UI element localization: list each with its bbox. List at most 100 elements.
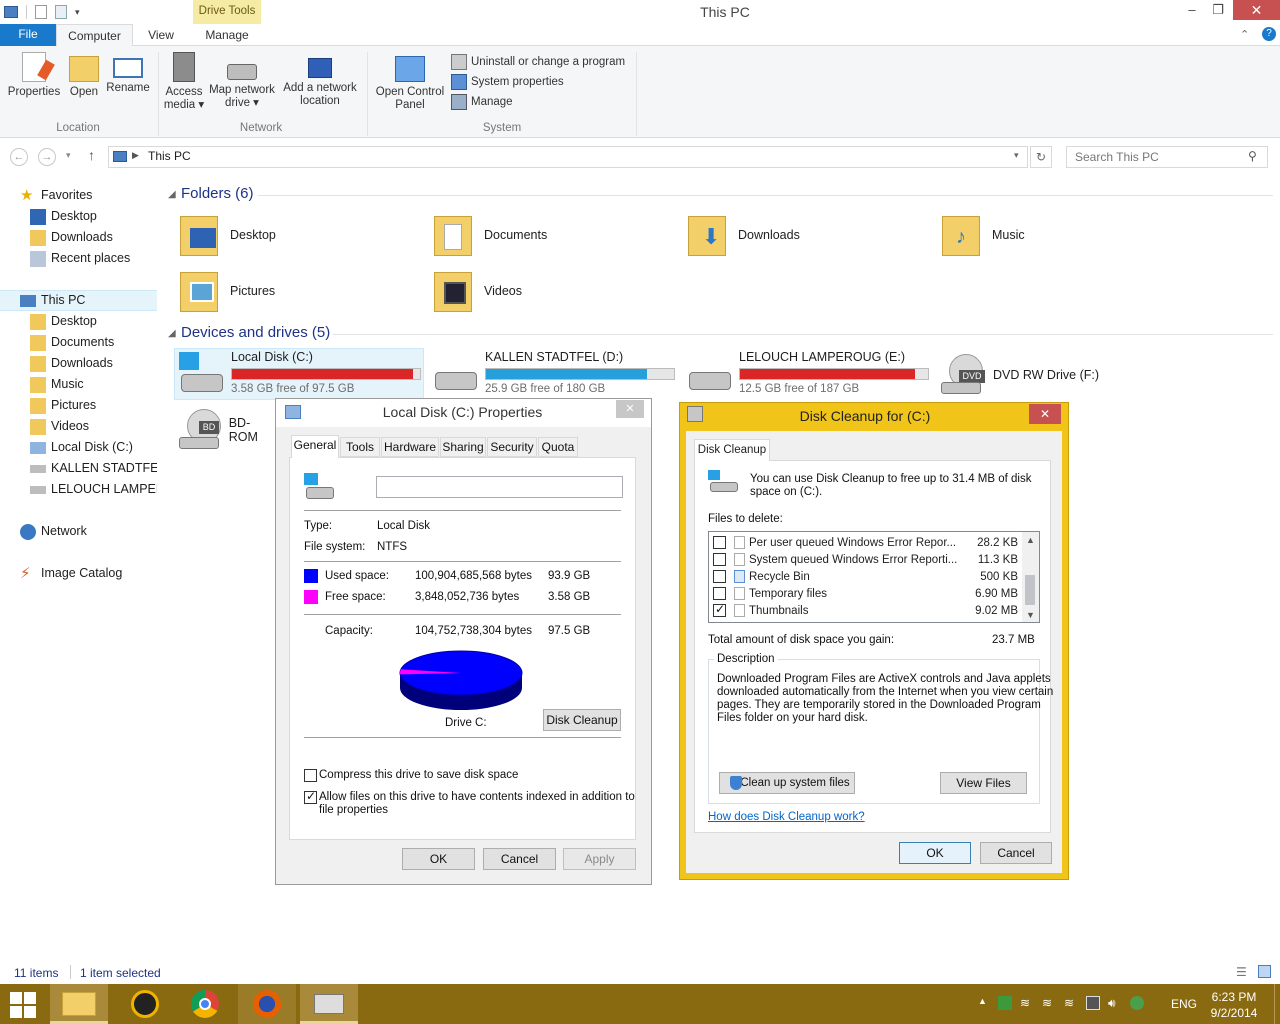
taskbar-aimp[interactable]: [116, 984, 174, 1024]
new-folder-qat-icon[interactable]: [55, 5, 67, 19]
nav-pc-videos[interactable]: Videos: [30, 416, 187, 437]
tab-hardware[interactable]: Hardware: [381, 437, 439, 457]
folders-header[interactable]: Folders (6): [181, 185, 254, 202]
rename-button[interactable]: Rename: [106, 52, 150, 95]
open-control-panel-button[interactable]: Open Control Panel: [372, 52, 448, 112]
nav-fav-desktop[interactable]: Desktop: [30, 206, 187, 227]
nav-fav-downloads[interactable]: Downloads: [30, 227, 187, 248]
tab-manage[interactable]: Manage: [193, 24, 261, 47]
collapse-ribbon-icon[interactable]: ⌃: [1240, 28, 1249, 41]
clock[interactable]: 6:23 PM 9/2/2014: [1206, 989, 1262, 1021]
up-button[interactable]: ↑: [88, 147, 95, 163]
nav-pc-local-disk[interactable]: Local Disk (C:): [30, 437, 187, 458]
nav-image-catalog[interactable]: ⚡ Image Catalog: [20, 563, 177, 584]
properties-qat-icon[interactable]: [35, 5, 47, 19]
view-files-button[interactable]: View Files: [940, 772, 1027, 794]
scroll-thumb[interactable]: [1025, 575, 1035, 605]
tab-sharing[interactable]: Sharing: [440, 437, 486, 457]
maximize-button[interactable]: ❐: [1203, 0, 1233, 20]
folder-music[interactable]: ♪ Music: [940, 210, 1025, 260]
properties-ok-button[interactable]: OK: [402, 848, 475, 870]
manage-button[interactable]: Manage: [451, 92, 625, 112]
how-disk-cleanup-works-link[interactable]: How does Disk Cleanup work?: [708, 811, 865, 823]
folder-videos[interactable]: Videos: [432, 266, 522, 316]
taskbar-disk-cleanup[interactable]: [300, 984, 358, 1024]
nav-network[interactable]: Network: [20, 521, 177, 542]
search-input[interactable]: Search This PC: [1066, 146, 1268, 168]
breadcrumb-arrow-icon[interactable]: ▶: [132, 150, 139, 161]
system-properties-button[interactable]: System properties: [451, 72, 625, 92]
address-dropdown-icon[interactable]: ▾: [1014, 150, 1019, 161]
tab-quota[interactable]: Quota: [538, 437, 578, 457]
compress-checkbox[interactable]: [304, 768, 317, 783]
input-language[interactable]: ENG: [1171, 997, 1197, 1011]
tab-disk-cleanup[interactable]: Disk Cleanup: [694, 439, 770, 461]
properties-cancel-button[interactable]: Cancel: [483, 848, 556, 870]
tab-file[interactable]: File: [0, 24, 56, 46]
tab-general[interactable]: General: [291, 435, 339, 458]
disk-cleanup-close-button[interactable]: ✕: [1029, 404, 1061, 424]
properties-close-button[interactable]: ✕: [616, 400, 644, 418]
address-bar[interactable]: [108, 146, 1028, 168]
nav-pc-lelouch[interactable]: LELOUCH LAMPERO: [30, 479, 157, 500]
nav-pc-desktop[interactable]: Desktop: [30, 311, 187, 332]
recent-locations-icon[interactable]: ▾: [66, 150, 71, 161]
drive-c[interactable]: Local Disk (C:) 3.58 GB free of 97.5 GB: [177, 350, 427, 400]
nav-favorites[interactable]: ★ Favorites: [20, 185, 177, 206]
nav-pc-downloads[interactable]: Downloads: [30, 353, 187, 374]
tray-wifi-icon[interactable]: ≋: [1042, 996, 1056, 1010]
taskbar-file-explorer[interactable]: [50, 984, 108, 1024]
index-checkbox[interactable]: [304, 789, 317, 805]
drive-bd[interactable]: BD BD-ROM: [177, 405, 277, 455]
add-network-location-button[interactable]: Add a network location: [280, 52, 360, 108]
list-item[interactable]: Temporary files 6.90 MB: [713, 585, 1018, 602]
disk-cleanup-button[interactable]: Disk Cleanup: [543, 709, 621, 731]
taskbar-firefox[interactable]: [238, 984, 296, 1024]
tray-app-icon[interactable]: [998, 996, 1012, 1010]
properties-button[interactable]: Properties: [6, 52, 62, 99]
cleanup-cancel-button[interactable]: Cancel: [980, 842, 1052, 864]
open-button[interactable]: Open: [64, 52, 104, 99]
nav-pc-music[interactable]: Music: [30, 374, 187, 395]
folder-documents[interactable]: Documents: [432, 210, 547, 260]
nav-this-pc[interactable]: This PC: [20, 290, 177, 311]
scroll-down-icon[interactable]: ▼: [1026, 610, 1035, 620]
list-item[interactable]: Recycle Bin 500 KB: [713, 568, 1018, 585]
drive-e[interactable]: LELOUCH LAMPEROUG (E:) 12.5 GB free of 18…: [685, 350, 935, 400]
drive-label-input[interactable]: [376, 476, 623, 498]
list-item[interactable]: System queued Windows Error Reporti... 11…: [713, 551, 1018, 568]
map-network-drive-button[interactable]: Map network drive ▾: [207, 52, 277, 110]
nav-pc-documents[interactable]: Documents: [30, 332, 187, 353]
start-button[interactable]: [10, 992, 38, 1018]
tab-computer[interactable]: Computer: [56, 24, 133, 47]
uninstall-program-button[interactable]: Uninstall or change a program: [451, 52, 625, 72]
properties-apply-button[interactable]: Apply: [563, 848, 636, 870]
tray-wifi-icon[interactable]: ≋: [1020, 996, 1034, 1010]
tab-tools[interactable]: Tools: [340, 437, 380, 457]
close-button[interactable]: ✕: [1233, 0, 1280, 20]
tray-battery-icon[interactable]: [1086, 996, 1100, 1010]
folder-pictures[interactable]: Pictures: [178, 266, 275, 316]
nav-pc-pictures[interactable]: Pictures: [30, 395, 187, 416]
tray-network-icon[interactable]: [1130, 996, 1144, 1010]
nav-fav-recent-places[interactable]: Recent places: [30, 248, 187, 269]
folder-desktop[interactable]: Desktop: [178, 210, 276, 260]
list-item[interactable]: Per user queued Windows Error Repor... 28…: [713, 534, 1018, 551]
folder-downloads[interactable]: ⬇ Downloads: [686, 210, 800, 260]
drive-d[interactable]: KALLEN STADTFEL (D:) 25.9 GB free of 180 …: [431, 350, 681, 400]
show-desktop-button[interactable]: [1274, 984, 1280, 1024]
tab-security[interactable]: Security: [487, 437, 537, 457]
search-icon[interactable]: ⚲: [1248, 149, 1257, 163]
nav-pc-kallen[interactable]: KALLEN STADTFEL (: [30, 458, 157, 479]
taskbar-chrome[interactable]: [176, 984, 234, 1024]
scroll-up-icon[interactable]: ▲: [1026, 535, 1035, 545]
refresh-button[interactable]: ↻: [1030, 146, 1052, 168]
help-icon[interactable]: ?: [1262, 27, 1276, 41]
list-item[interactable]: Thumbnails 9.02 MB: [713, 602, 1018, 619]
tab-view[interactable]: View: [136, 24, 186, 47]
drive-f[interactable]: DVD DVD RW Drive (F:): [939, 350, 1139, 400]
forward-button[interactable]: →: [38, 148, 56, 166]
tray-volume-icon[interactable]: 🔊︎: [1108, 996, 1122, 1010]
show-hidden-icons-icon[interactable]: ▲: [978, 996, 987, 1006]
tiles-view-icon[interactable]: [1258, 965, 1271, 978]
